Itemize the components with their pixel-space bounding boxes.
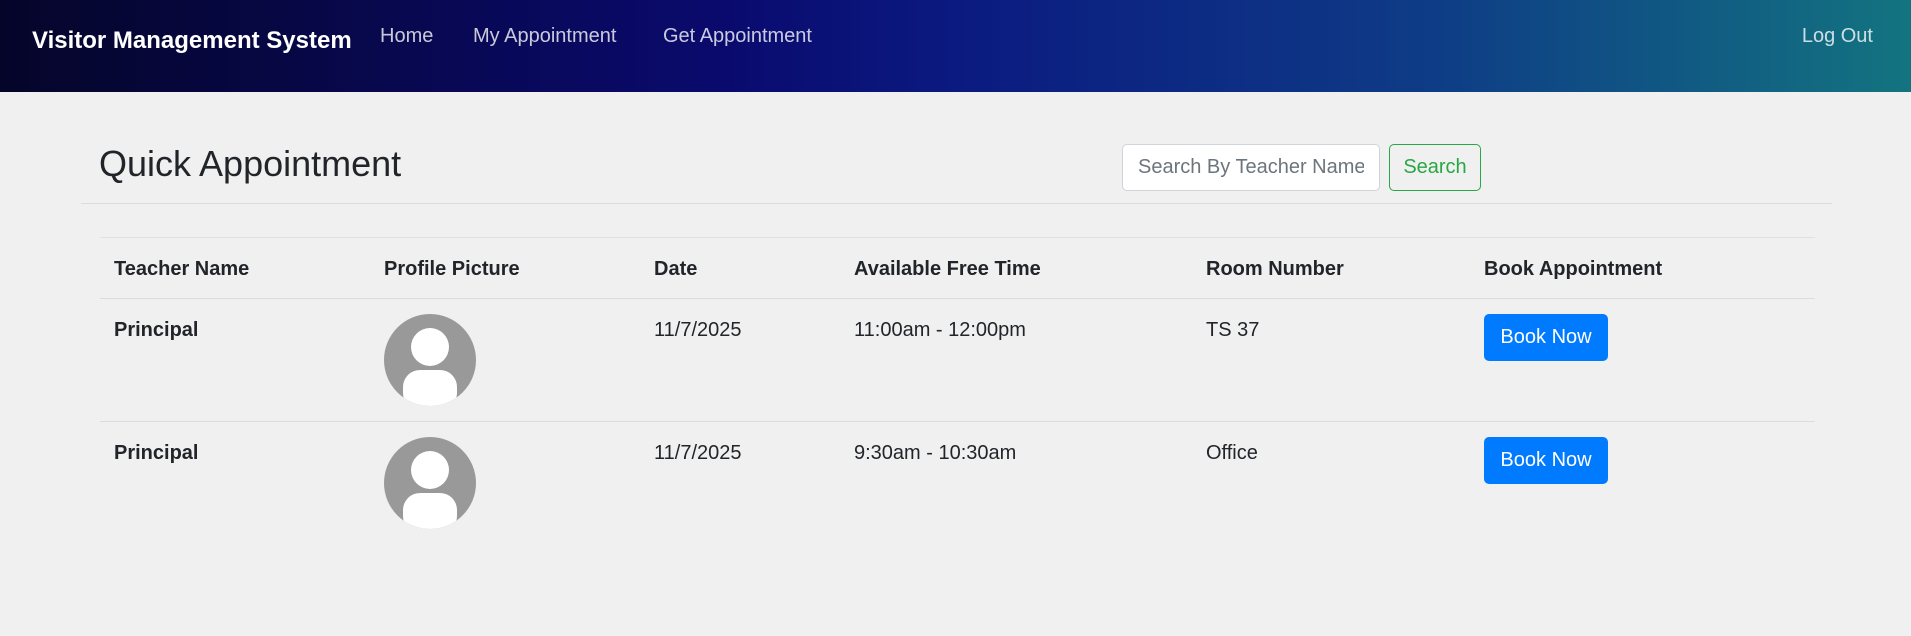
user-avatar-icon xyxy=(384,437,476,529)
profile-picture-cell xyxy=(370,299,640,422)
header-date: Date xyxy=(654,258,698,280)
appointments-table: Teacher Name Profile Picture Date Availa… xyxy=(100,237,1815,545)
user-avatar-icon xyxy=(384,314,476,406)
book-now-button[interactable]: Book Now xyxy=(1484,314,1608,361)
table-row: Principal 11/7/2025 11:00am - 12:00pm TS… xyxy=(100,299,1815,422)
header-profile-picture: Profile Picture xyxy=(384,258,520,280)
header-room-number: Room Number xyxy=(1206,258,1344,280)
logout-link[interactable]: Log Out xyxy=(1802,25,1873,48)
table-header-row: Teacher Name Profile Picture Date Availa… xyxy=(100,237,1815,299)
nav-link-my-appointment[interactable]: My Appointment xyxy=(473,25,616,48)
room-cell: TS 37 xyxy=(1206,319,1260,341)
header-available-time: Available Free Time xyxy=(854,258,1041,280)
action-cell: Book Now xyxy=(1470,299,1815,422)
brand-title[interactable]: Visitor Management System xyxy=(32,27,352,55)
room-cell: Office xyxy=(1206,442,1258,464)
navbar: Visitor Management System Home My Appoin… xyxy=(0,0,1911,92)
profile-picture-cell xyxy=(370,422,640,545)
header-teacher-name: Teacher Name xyxy=(114,258,250,280)
page-title: Quick Appointment xyxy=(99,143,402,184)
nav-link-get-appointment[interactable]: Get Appointment xyxy=(663,25,812,48)
teacher-name-cell: Principal xyxy=(114,319,199,341)
action-cell: Book Now xyxy=(1470,422,1815,545)
book-now-button[interactable]: Book Now xyxy=(1484,437,1608,484)
time-cell: 11:00am - 12:00pm xyxy=(854,319,1026,341)
table-row: Principal 11/7/2025 9:30am - 10:30am Off… xyxy=(100,422,1815,545)
search-input[interactable] xyxy=(1122,144,1380,191)
search-button[interactable]: Search xyxy=(1389,144,1481,191)
date-cell: 11/7/2025 xyxy=(654,319,742,341)
date-cell: 11/7/2025 xyxy=(654,442,742,464)
teacher-name-cell: Principal xyxy=(114,442,199,464)
nav-link-home[interactable]: Home xyxy=(380,25,433,48)
header-book-appointment: Book Appointment xyxy=(1484,258,1663,280)
title-divider xyxy=(81,203,1832,204)
time-cell: 9:30am - 10:30am xyxy=(854,442,1017,464)
